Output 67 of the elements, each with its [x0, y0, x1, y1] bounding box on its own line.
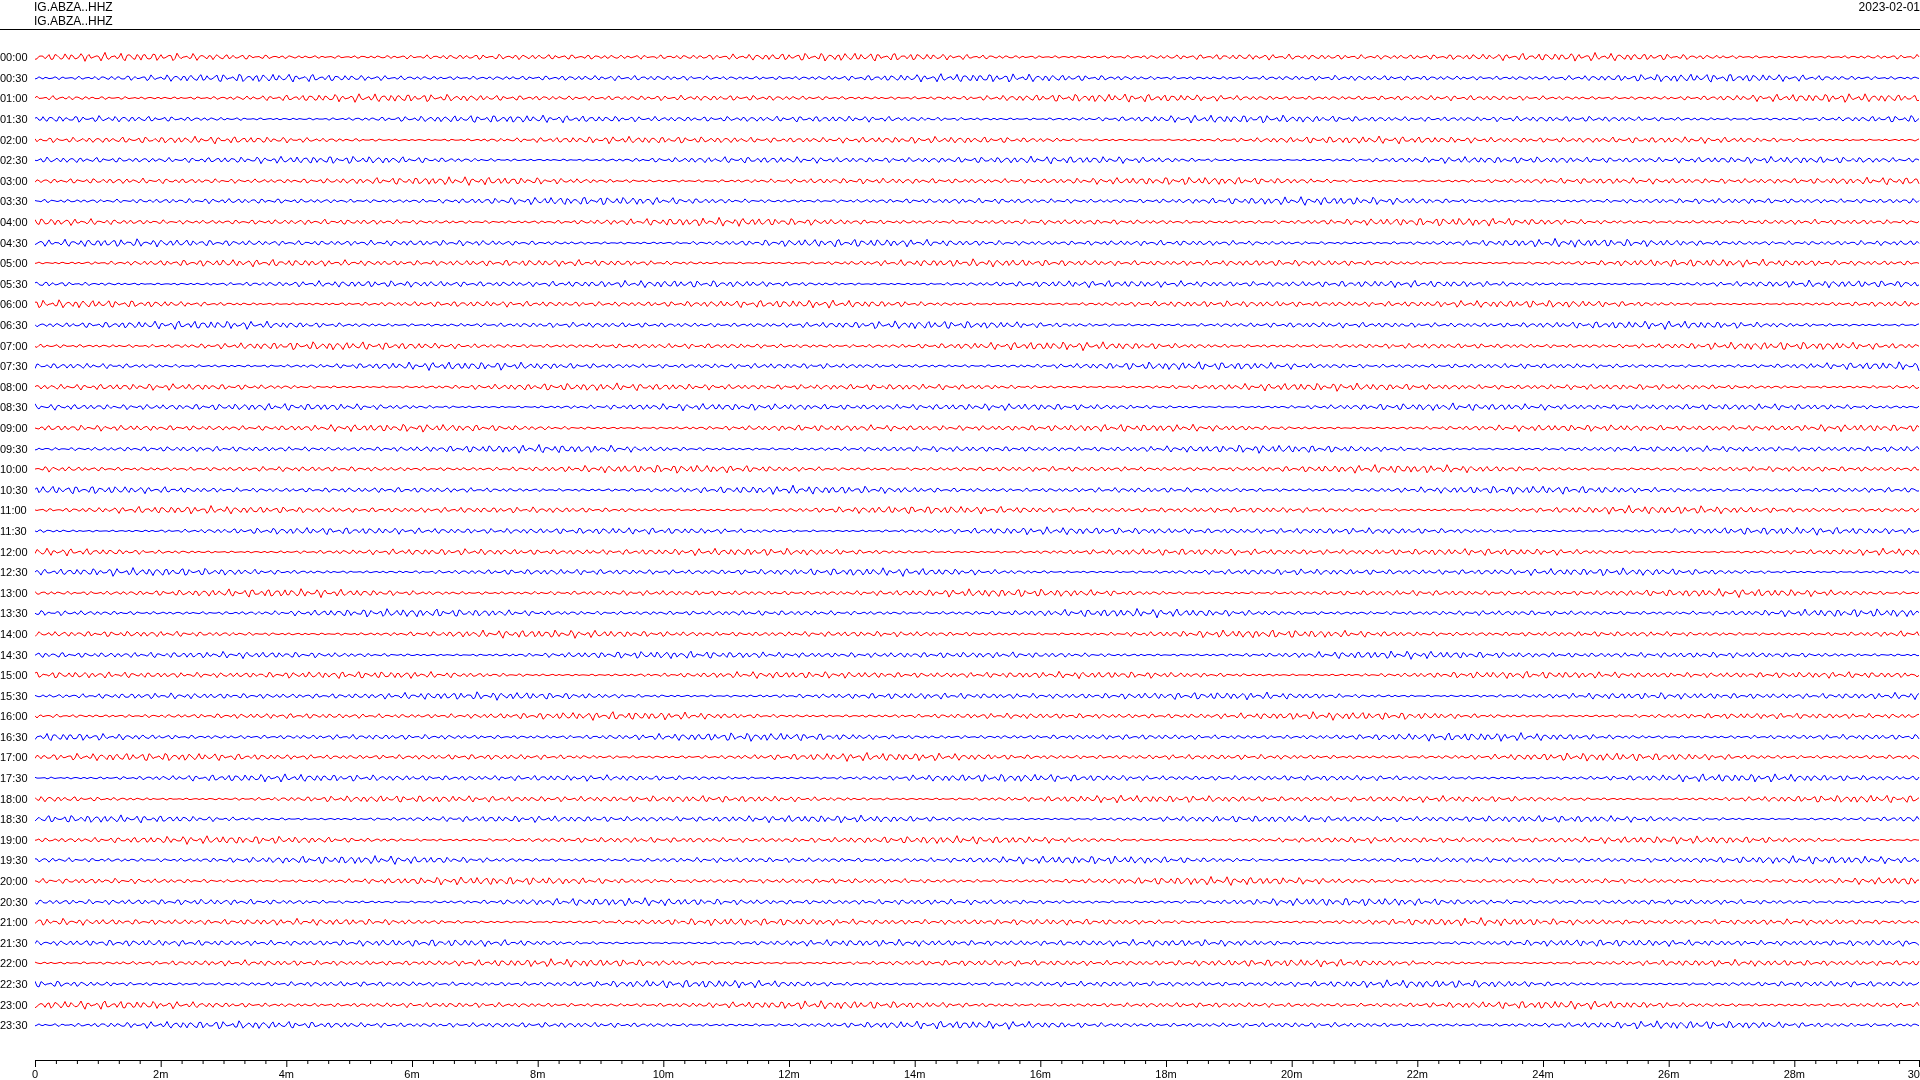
- time-label: 15:00: [0, 669, 29, 682]
- time-label: 01:00: [0, 92, 29, 105]
- time-label: 12:00: [0, 545, 29, 558]
- axis-label: 24m: [1532, 1067, 1554, 1080]
- time-label: 12:30: [0, 566, 29, 579]
- time-label: 05:30: [0, 277, 29, 290]
- time-label: 18:00: [0, 792, 29, 805]
- time-label: 11:30: [0, 524, 28, 537]
- time-label: 06:00: [0, 298, 29, 311]
- axis-label: 28m: [1783, 1067, 1806, 1080]
- axis-label: 10m: [652, 1067, 675, 1080]
- time-label: 10:00: [0, 463, 29, 476]
- time-label: 13:30: [0, 607, 29, 620]
- time-label: 09:30: [0, 442, 29, 455]
- time-label: 19:00: [0, 833, 29, 846]
- axis-label: 22m: [1406, 1067, 1429, 1080]
- date-label: 2023-02-01: [1858, 0, 1920, 14]
- time-label: 03:00: [0, 174, 29, 187]
- axis-label: 16m: [1029, 1067, 1052, 1080]
- time-label: 05:00: [0, 257, 29, 270]
- axis-label: 4m: [278, 1067, 294, 1080]
- time-label: 06:30: [0, 319, 29, 331]
- time-label: 22:30: [0, 978, 29, 990]
- time-label: 20:30: [0, 895, 29, 908]
- axis-label: 26m: [1657, 1067, 1680, 1080]
- time-label: 07:00: [0, 339, 29, 352]
- time-label: 08:30: [0, 401, 29, 414]
- time-label: 00:30: [0, 71, 29, 84]
- time-label: 19:30: [0, 854, 29, 867]
- time-label: 02:00: [0, 133, 29, 146]
- time-label: 04:00: [0, 216, 29, 229]
- time-label: 04:30: [0, 236, 29, 249]
- time-label: 02:30: [0, 154, 29, 167]
- time-label: 03:30: [0, 195, 29, 208]
- time-label: 08:00: [0, 380, 29, 393]
- station-label: IG.ABZA..HHZ: [34, 14, 113, 28]
- axis-label: 18m: [1155, 1067, 1177, 1080]
- time-label: 11:00: [0, 504, 28, 517]
- time-label: 00:00: [0, 51, 29, 64]
- axis-label: 30: [1907, 1067, 1920, 1080]
- axis-label: 0: [32, 1067, 39, 1080]
- time-label: 23:00: [0, 998, 29, 1011]
- axis-label: 6m: [404, 1067, 420, 1080]
- axis-label: 12m: [778, 1067, 800, 1080]
- time-label: 17:30: [0, 772, 29, 785]
- time-label: 18:30: [0, 813, 29, 826]
- time-label: 23:30: [0, 1019, 29, 1032]
- time-label: 14:30: [0, 648, 29, 661]
- axis-label: 20m: [1280, 1067, 1303, 1080]
- time-label: 13:00: [0, 586, 29, 599]
- time-label: 16:30: [0, 730, 29, 743]
- time-label: 10:30: [0, 483, 29, 496]
- axis-label: 2m: [153, 1067, 169, 1080]
- time-label: 09:00: [0, 422, 29, 434]
- time-label: 21:30: [0, 936, 29, 949]
- axis-label: 14m: [903, 1067, 926, 1080]
- time-label: 07:30: [0, 360, 29, 373]
- axis-label: 8m: [530, 1067, 546, 1080]
- time-label: 20:00: [0, 875, 29, 888]
- time-label: 15:30: [0, 689, 29, 702]
- time-label: 22:00: [0, 957, 29, 970]
- time-label: 17:00: [0, 751, 29, 764]
- time-label: 14:00: [0, 627, 29, 640]
- time-label: 01:30: [0, 113, 29, 126]
- station-label: IG.ABZA..HHZ: [34, 0, 113, 14]
- time-label: 16:00: [0, 710, 29, 723]
- time-label: 21:00: [0, 916, 29, 929]
